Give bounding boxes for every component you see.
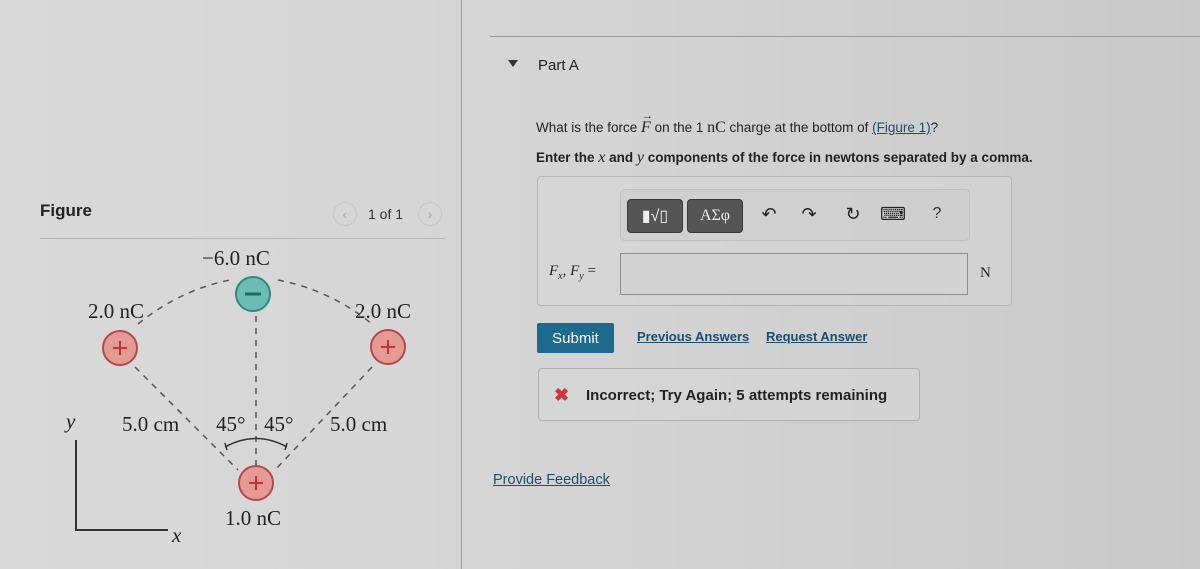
top-charge-label: −6.0 nC — [202, 246, 270, 270]
charge-diagram: −6.0 nC 2.0 nC 2.0 nC 5.0 cm 5.0 cm 45° … — [64, 246, 411, 547]
previous-answers-link[interactable]: Previous Answers — [637, 329, 749, 344]
redo-icon[interactable]: ↷ — [798, 203, 820, 225]
keyboard-icon[interactable]: ⌨ — [880, 203, 906, 225]
instruction-text: Enter the x and y components of the forc… — [536, 149, 1033, 166]
greek-symbols-icon: ΑΣφ — [699, 207, 731, 224]
undo-icon[interactable]: ↶ — [758, 203, 780, 225]
axes-icon — [75, 440, 168, 531]
figure-pager: 1 of 1 — [368, 206, 404, 222]
left-distance-label: 5.0 cm — [122, 412, 179, 436]
charge-right — [370, 329, 406, 365]
left-angle-label: 45° — [216, 412, 245, 436]
charge-top — [235, 276, 271, 312]
left-charge-label: 2.0 nC — [88, 299, 144, 323]
figure-title: Figure — [40, 201, 92, 220]
collapse-triangle-icon[interactable] — [508, 60, 518, 67]
bottom-charge-label: 1.0 nC — [225, 506, 281, 530]
sqrt-template-icon: ▮√▯ — [641, 208, 669, 225]
submit-button[interactable]: Submit — [537, 323, 614, 353]
right-angle-label: 45° — [264, 412, 293, 436]
charge-bottom — [238, 465, 274, 501]
charge-left — [102, 330, 138, 366]
reset-icon[interactable]: ↻ — [842, 203, 864, 225]
request-answer-link[interactable]: Request Answer — [766, 329, 867, 344]
question-text: What is the force → F on the 1 nC charge … — [536, 110, 939, 136]
part-title: Part A — [538, 57, 579, 74]
provide-feedback-link[interactable]: Provide Feedback — [493, 472, 610, 488]
right-charge-label: 2.0 nC — [355, 299, 411, 323]
arc-left-top — [137, 279, 231, 325]
unit-label: N — [980, 265, 991, 281]
pane-divider — [461, 0, 462, 569]
answer-label: Fx, Fy = — [549, 263, 596, 282]
y-axis-label: y — [64, 409, 76, 433]
chevron-right-icon: › — [427, 206, 433, 222]
answer-input[interactable] — [620, 253, 968, 295]
feedback-message: Incorrect; Try Again; 5 attempts remaini… — [586, 387, 888, 404]
right-distance-label: 5.0 cm — [330, 412, 387, 436]
figure-link[interactable]: (Figure 1) — [872, 120, 931, 135]
chevron-left-icon: ‹ — [342, 206, 348, 222]
help-icon[interactable]: ? — [926, 203, 948, 225]
previous-figure-button[interactable]: ‹ — [333, 202, 357, 226]
x-axis-label: x — [171, 523, 182, 547]
next-figure-button[interactable]: › — [418, 202, 442, 226]
force-vector-symbol: → F — [641, 110, 654, 136]
figure-header-divider — [40, 238, 445, 239]
symbols-button[interactable]: ΑΣφ — [687, 199, 743, 233]
templates-button[interactable]: ▮√▯ — [627, 199, 683, 233]
incorrect-x-icon: ✖ — [554, 385, 570, 405]
top-divider — [490, 36, 1200, 37]
